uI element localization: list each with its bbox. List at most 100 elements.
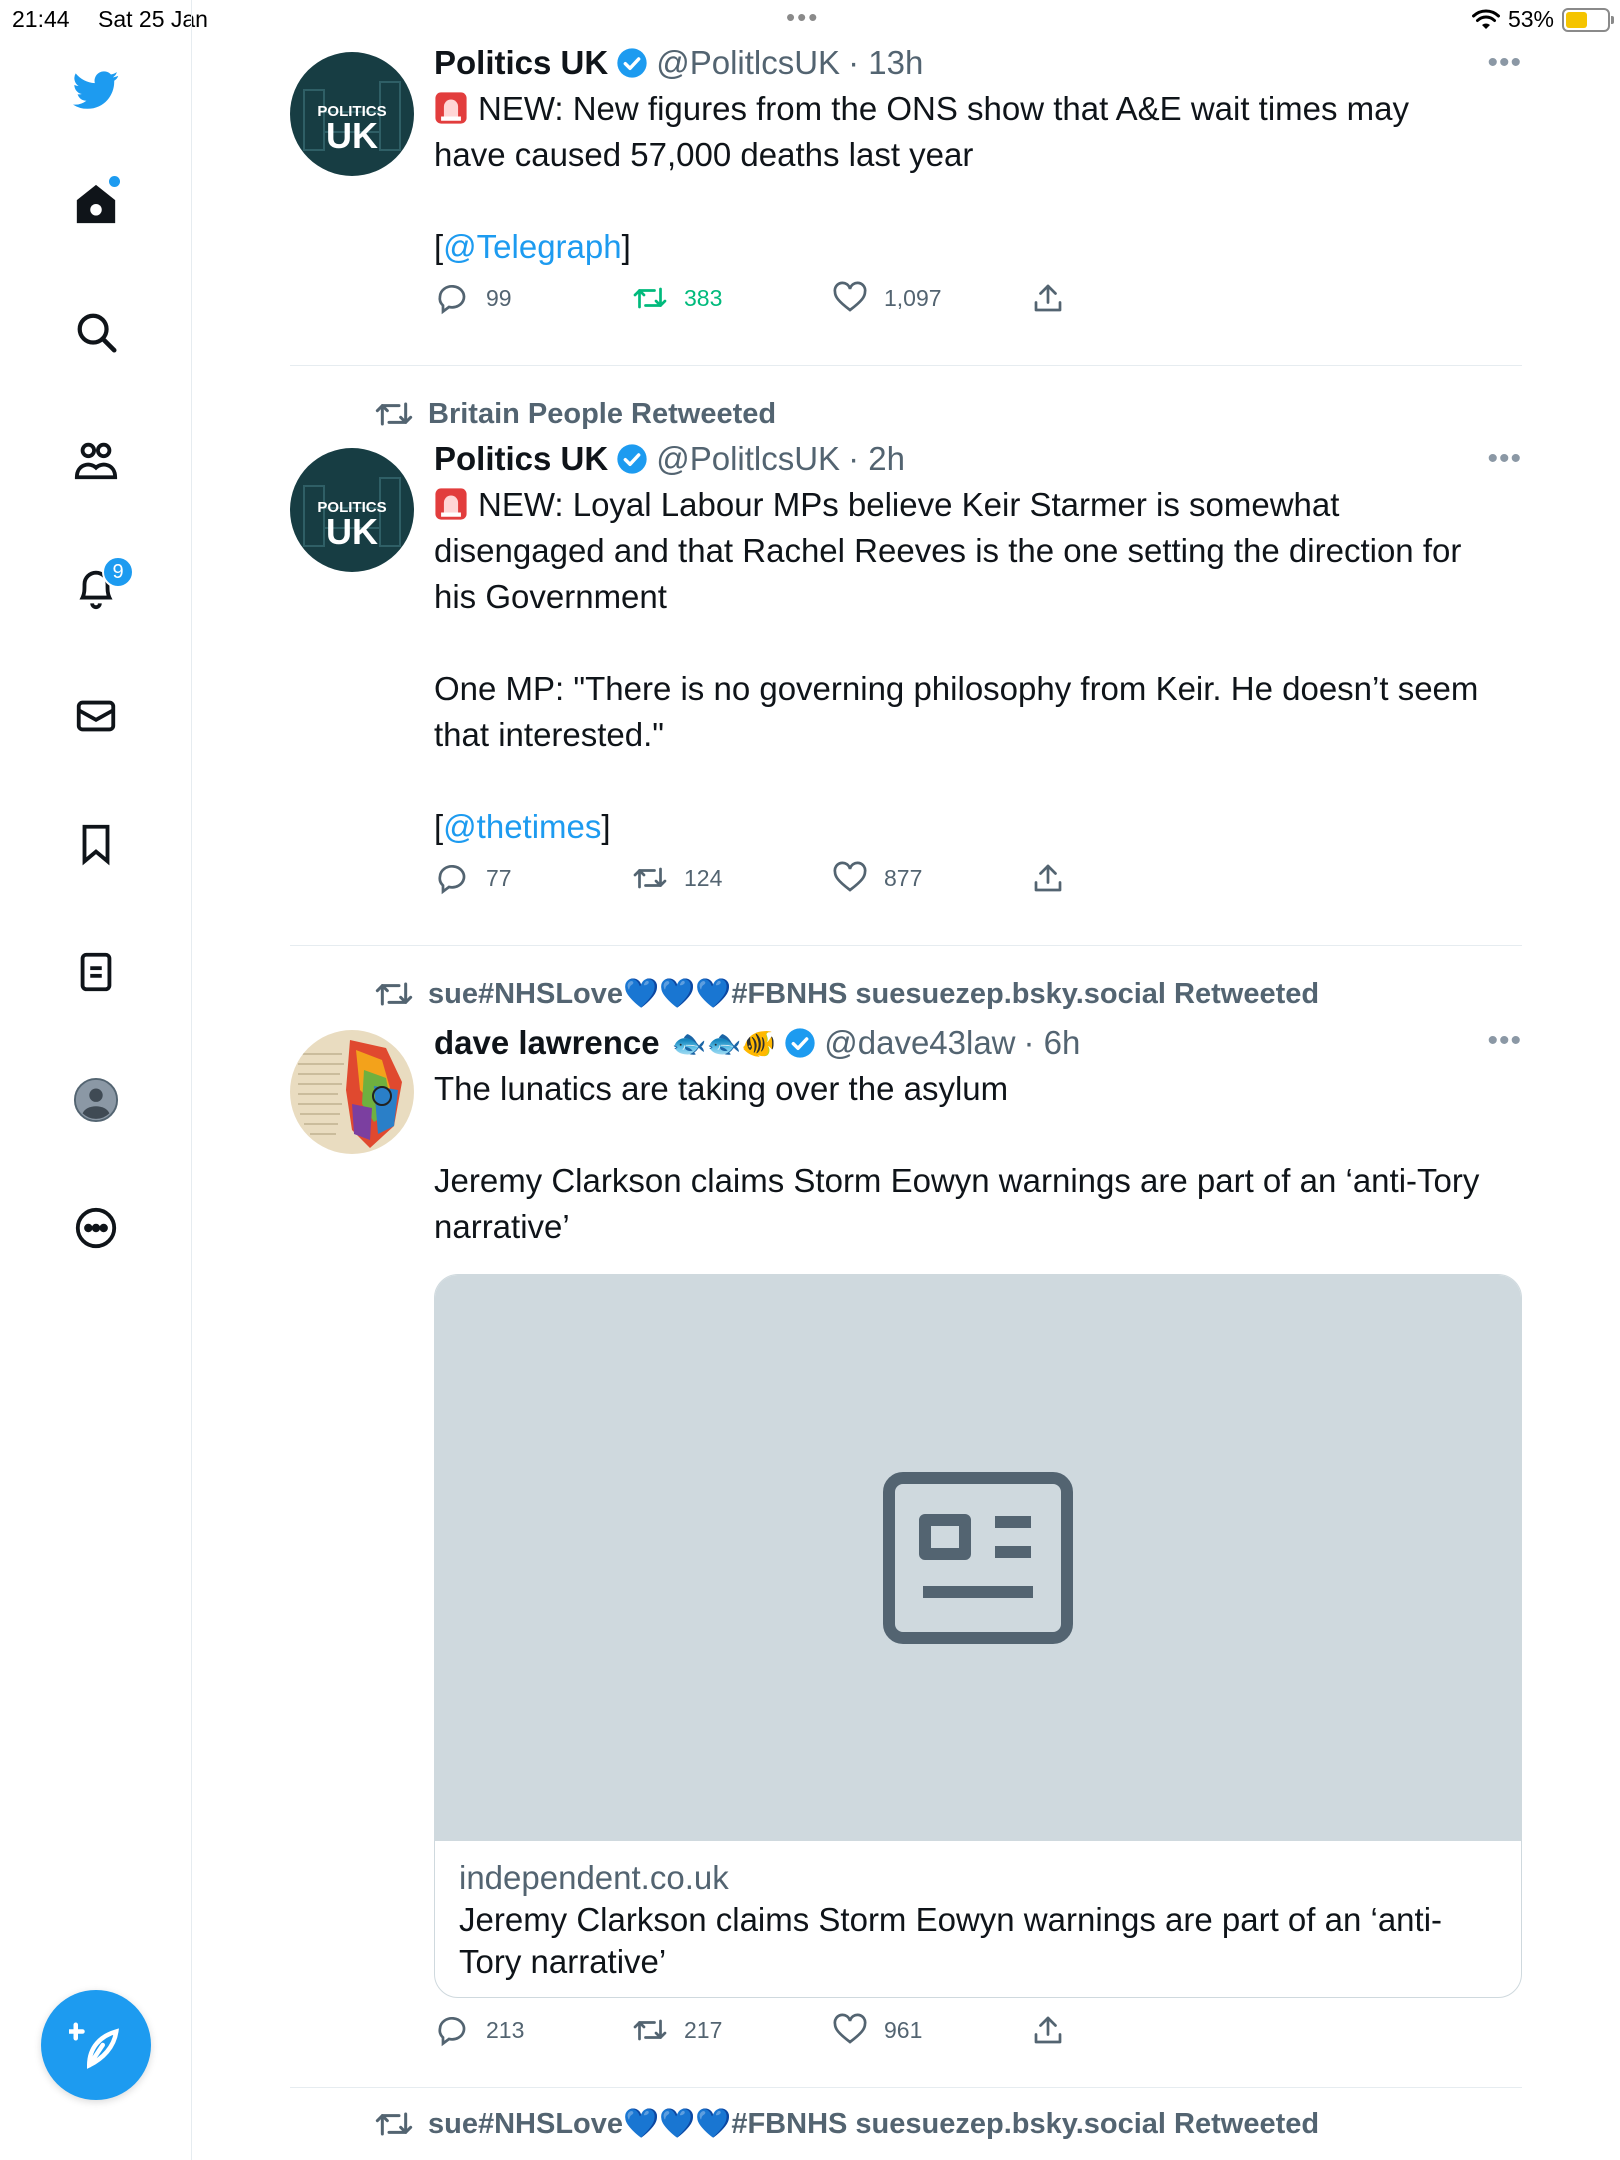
retweet-count: 124: [684, 864, 723, 891]
retweet-count: 217: [684, 2016, 723, 2043]
verified-badge-icon: [617, 444, 647, 474]
tweet-time[interactable]: · 6h: [1024, 1024, 1081, 1062]
tweet-text-line: Jeremy Clarkson claims Storm Eowyn warni…: [434, 1162, 1480, 1199]
avatar-logo-line2: UK: [326, 511, 378, 552]
notifications-bell-icon[interactable]: 9: [56, 548, 136, 628]
profile-avatar-icon[interactable]: [56, 1060, 136, 1140]
tweet-time[interactable]: · 13h: [848, 44, 923, 82]
retweeted-by-line[interactable]: sue#NHSLove💙💙💙#FBNHS suesuezep.bsky.soci…: [374, 2104, 1319, 2144]
tweet-actions: 99 383 1,097: [434, 280, 1522, 330]
battery-icon: [1562, 7, 1614, 32]
card-title-line: Jeremy Clarkson claims Storm Eowyn warni…: [459, 1901, 1443, 1938]
retweeted-by-text: sue#NHSLove💙💙💙#FBNHS suesuezep.bsky.soci…: [428, 2108, 1320, 2140]
notification-count-badge: 9: [102, 556, 134, 588]
author-avatar[interactable]: POLITICS UK: [290, 52, 414, 176]
messages-icon[interactable]: [56, 676, 136, 756]
like-button[interactable]: 961: [832, 2012, 922, 2048]
tweet[interactable]: sue#NHSLove💙💙💙#FBNHS suesuezep.bsky.soci…: [290, 2088, 1522, 2160]
tweet-text-line: narrative’: [434, 1208, 570, 1245]
retweeted-by-text: Britain People Retweeted: [428, 397, 777, 430]
timeline-feed: POLITICS UK ••• Politics UK @PolitlcsUK …: [290, 40, 1522, 2160]
author-name[interactable]: Politics UK: [434, 44, 608, 82]
tweet-text: NEW: New figures from the ONS show that …: [434, 86, 1522, 270]
tweet-more-button[interactable]: •••: [1487, 442, 1522, 476]
status-bar: 21:44 Sat 25 Jan ••• 53%: [0, 0, 1620, 40]
tweet-time[interactable]: · 2h: [848, 440, 905, 478]
tweet-actions: 213 217 961: [434, 2012, 1522, 2062]
reply-icon: [438, 2017, 466, 2047]
tweet-more-button[interactable]: •••: [1487, 1024, 1522, 1058]
verified-badge-icon: [785, 1028, 815, 1058]
retweet-icon: [633, 287, 667, 309]
share-icon: [1034, 864, 1062, 892]
twitter-logo-icon[interactable]: [56, 50, 136, 130]
mention-link[interactable]: @thetimes: [443, 808, 601, 845]
reply-button[interactable]: 77: [434, 860, 512, 896]
mention-link[interactable]: @Telegraph: [443, 228, 621, 265]
tweet-text: The lunatics are taking over the asylum …: [434, 1066, 1522, 1250]
retweet-icon: [633, 2019, 667, 2041]
author-handle[interactable]: @PolitlcsUK: [656, 44, 840, 82]
tweet-text-line: NEW: New figures from the ONS show that …: [478, 90, 1410, 127]
siren-emoji-icon: [435, 488, 467, 520]
retweeted-by-line[interactable]: Britain People Retweeted: [374, 394, 776, 434]
share-icon: [1034, 284, 1062, 312]
card-image-placeholder: [435, 1275, 1521, 1841]
avatar-logo-line2: UK: [326, 115, 378, 156]
reply-button[interactable]: 99: [434, 280, 512, 316]
author-handle[interactable]: @PolitlcsUK: [656, 440, 840, 478]
reply-count: 99: [486, 284, 512, 311]
link-preview-card[interactable]: independent.co.uk Jeremy Clarkson claims…: [434, 1274, 1522, 1998]
author-name[interactable]: Politics UK: [434, 440, 608, 478]
retweet-button[interactable]: 217: [632, 2012, 722, 2048]
reply-count: 213: [486, 2016, 525, 2043]
retweet-icon: [375, 2112, 413, 2136]
retweet-icon: [633, 867, 667, 889]
tweet-text: NEW: Loyal Labour MPs believe Keir Starm…: [434, 482, 1522, 850]
like-button[interactable]: 877: [832, 860, 922, 896]
author-avatar[interactable]: [290, 1030, 414, 1154]
compose-feather-icon: [69, 2022, 119, 2069]
communities-icon[interactable]: [56, 420, 136, 500]
reply-icon: [438, 865, 466, 895]
tweet[interactable]: POLITICS UK ••• Politics UK @PolitlcsUK …: [290, 40, 1522, 366]
home-icon[interactable]: [56, 164, 136, 244]
author-handle[interactable]: @dave43law: [824, 1024, 1015, 1062]
bookmarks-icon[interactable]: [56, 804, 136, 884]
tweet-header: dave lawrence 🐟🐟🐠 @dave43law · 6h: [434, 1020, 1522, 1066]
retweet-count: 383: [684, 284, 723, 311]
retweeted-by-text: sue#NHSLove💙💙💙#FBNHS suesuezep.bsky.soci…: [428, 978, 1320, 1010]
share-button[interactable]: [1030, 280, 1066, 316]
heart-icon: [833, 861, 867, 892]
author-avatar[interactable]: POLITICS UK: [290, 448, 414, 572]
compose-tweet-button[interactable]: [41, 1990, 151, 2100]
heart-icon: [833, 2013, 867, 2044]
reply-icon: [438, 285, 466, 315]
lists-icon[interactable]: [56, 932, 136, 1012]
tweet-text-line: have caused 57,000 deaths last year: [434, 136, 974, 173]
share-button[interactable]: [1030, 2012, 1066, 2048]
search-icon[interactable]: [56, 292, 136, 372]
share-icon: [1034, 2016, 1062, 2044]
retweeted-by-line[interactable]: sue#NHSLove💙💙💙#FBNHS suesuezep.bsky.soci…: [374, 974, 1319, 1014]
author-name[interactable]: dave lawrence: [434, 1024, 660, 1062]
tweet-text-line: The lunatics are taking over the asylum: [434, 1070, 1009, 1107]
more-options-icon[interactable]: [56, 1188, 136, 1268]
tweet-actions: 77 124 877: [434, 860, 1522, 910]
multitasking-dots[interactable]: •••: [786, 2, 819, 33]
retweet-button[interactable]: 124: [632, 860, 722, 896]
status-right: 53%: [1471, 6, 1614, 33]
heart-icon: [833, 281, 867, 312]
tweet-more-button[interactable]: •••: [1487, 46, 1522, 80]
sidebar: 9: [0, 0, 192, 2160]
share-button[interactable]: [1030, 860, 1066, 896]
retweet-button[interactable]: 383: [632, 280, 722, 316]
tweet[interactable]: sue#NHSLove💙💙💙#FBNHS suesuezep.bsky.soci…: [290, 946, 1522, 2088]
card-domain: independent.co.uk: [459, 1859, 729, 1896]
like-button[interactable]: 1,097: [832, 280, 942, 316]
tweet[interactable]: Britain People Retweeted POLITICS UK •••…: [290, 366, 1522, 946]
reply-button[interactable]: 213: [434, 2012, 524, 2048]
card-title-line: Tory narrative’: [459, 1943, 667, 1980]
name-emoji: 🐟🐟🐠: [671, 1027, 777, 1059]
tweet-text-line: that interested.": [434, 716, 665, 753]
